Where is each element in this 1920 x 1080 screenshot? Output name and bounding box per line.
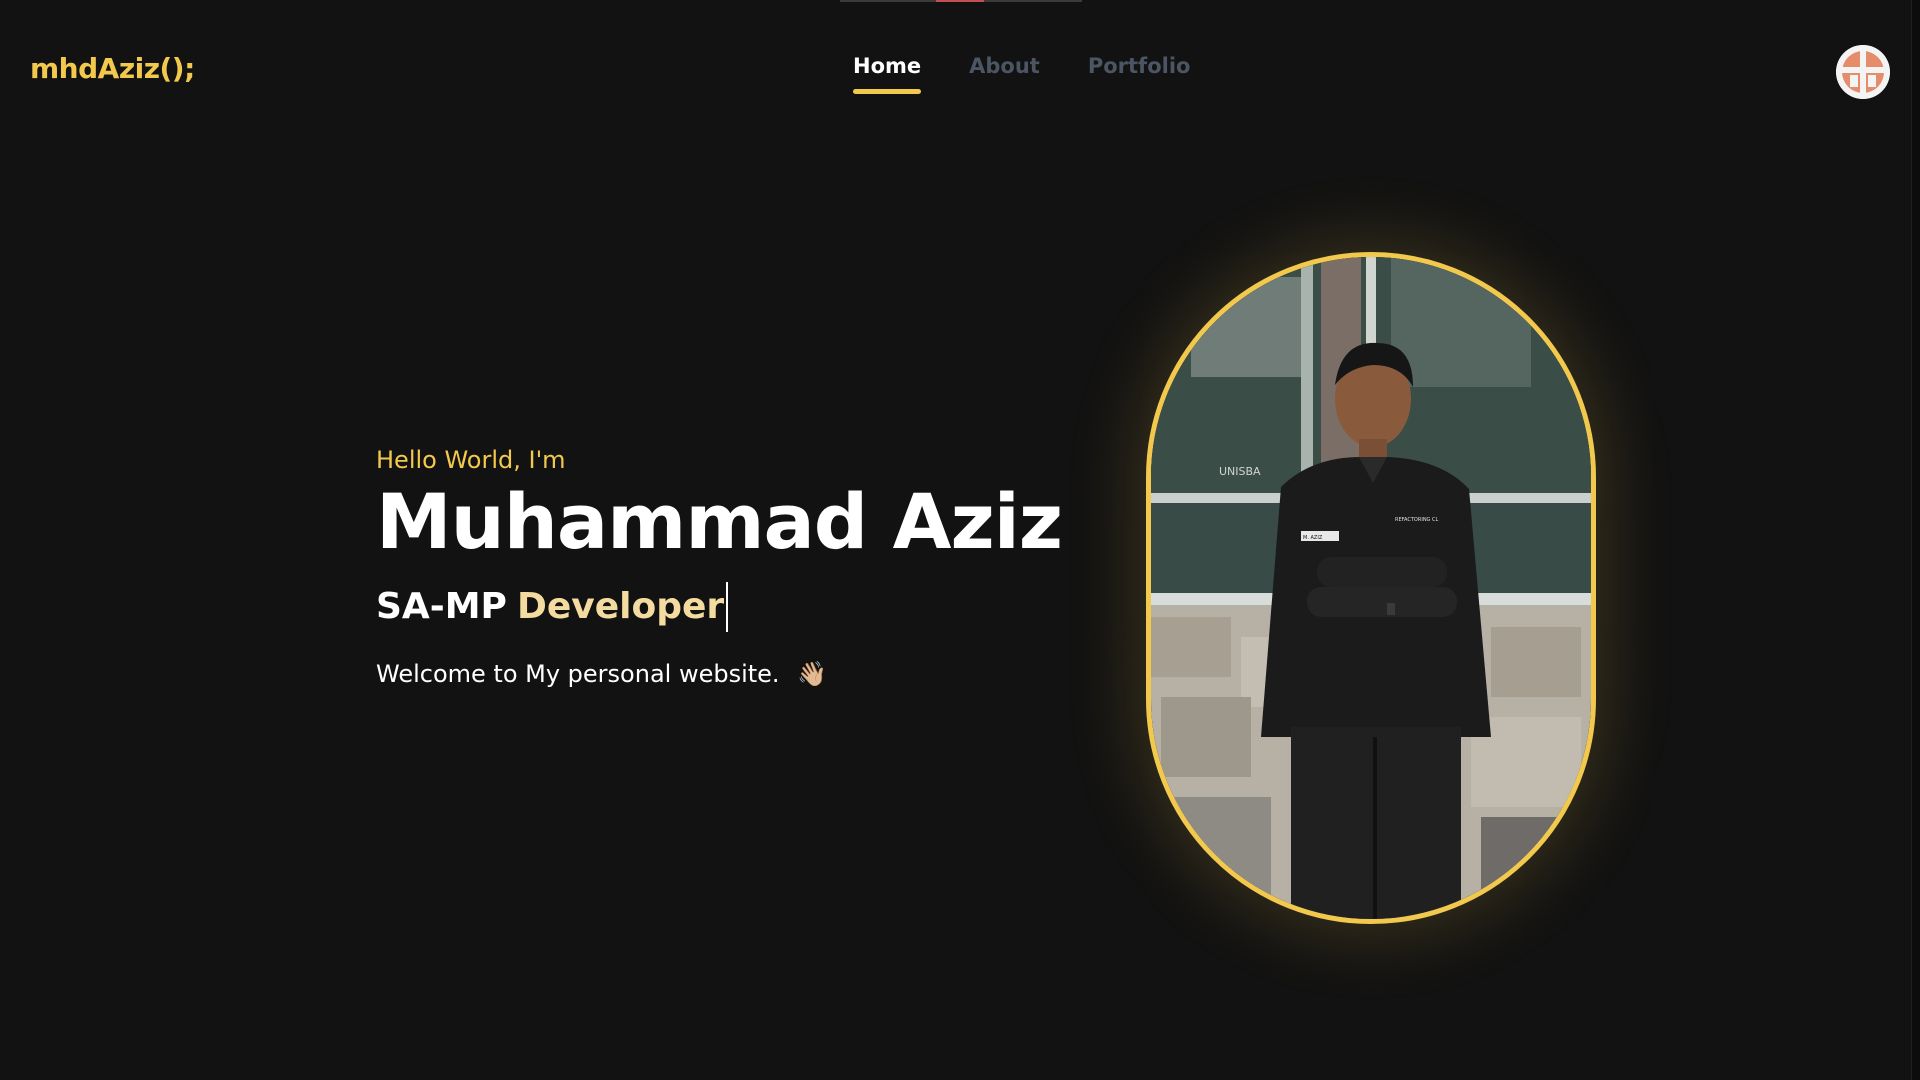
top-loading-strip <box>840 0 1082 2</box>
hero-greeting: Hello World, I'm <box>376 446 566 474</box>
nav-portfolio-label: Portfolio <box>1087 54 1191 78</box>
nav-about[interactable]: About <box>969 54 1040 84</box>
waving-hand-icon: 👋🏼 <box>797 659 828 688</box>
hero-welcome-text: Welcome to My personal website. <box>376 659 780 688</box>
hero-name: Muhammad Aziz <box>376 477 1063 566</box>
photo-sign-text: UNISBA <box>1219 465 1261 478</box>
photo-badge-team: REFACTORING CL <box>1395 517 1439 523</box>
nav-portfolio[interactable]: Portfolio <box>1088 54 1191 84</box>
hero-role-prefix: SA-MP <box>376 586 507 628</box>
loading-indicator <box>936 0 984 2</box>
hero-intro: Hello World, I'm Muhammad Aziz SA-MP Dev… <box>376 446 1063 688</box>
photo-badge-name: M. AZIZ <box>1303 535 1323 541</box>
main-nav: Home About Portfolio <box>853 54 1191 94</box>
nav-active-underline <box>853 89 922 94</box>
nav-home[interactable]: Home <box>853 54 922 94</box>
page-scrollbar[interactable] <box>1911 0 1920 1080</box>
hero-role: SA-MP Developer <box>376 581 1062 632</box>
profile-photo: UNISBA M. AZIZ REFACTORING CL <box>1146 252 1596 924</box>
typing-caret <box>726 581 729 632</box>
hero-welcome: Welcome to My personal website. 👋🏼 <box>376 660 1062 688</box>
hero-role-suffix: Developer <box>516 586 725 628</box>
page: mhdAziz(); Home About Portfolio Hello Wo… <box>0 0 1920 1080</box>
site-logo[interactable]: mhdAziz(); <box>30 52 195 85</box>
nav-about-label: About <box>969 54 1040 78</box>
profile-avatar-icon[interactable] <box>1836 45 1890 99</box>
nav-home-label: Home <box>853 54 922 78</box>
